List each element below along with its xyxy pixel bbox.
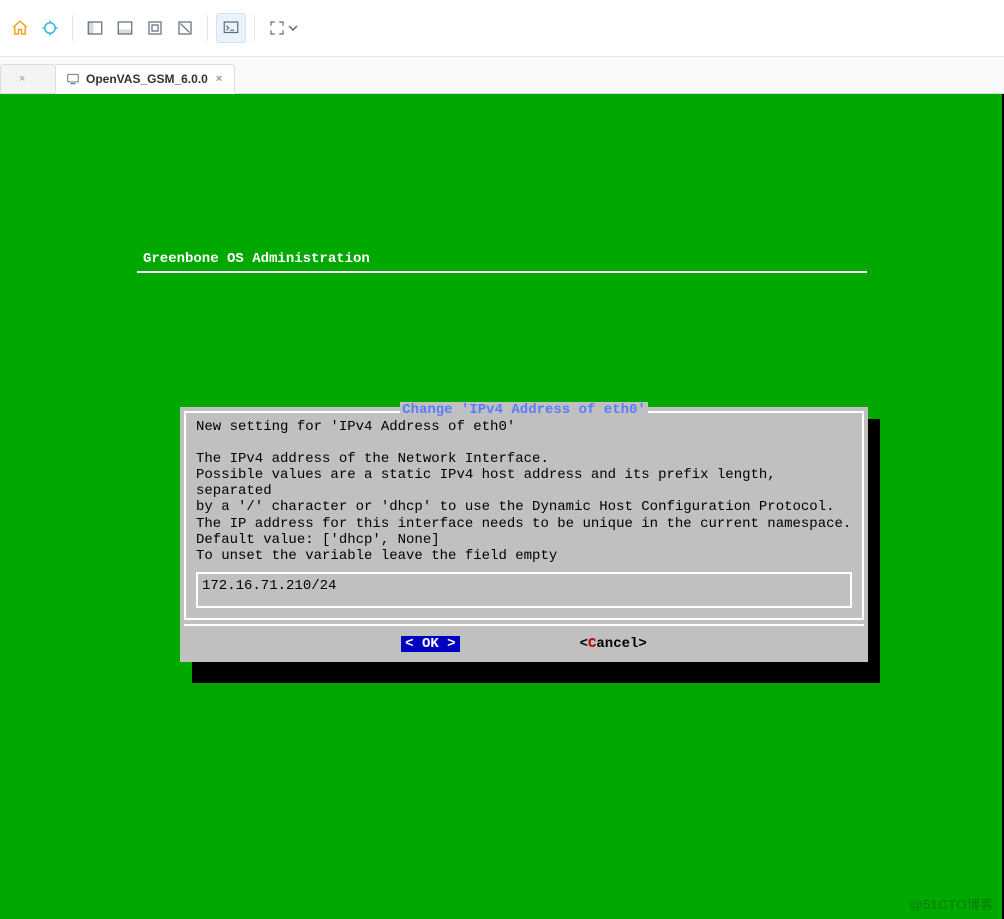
dialog-button-row: OK <Cancel>	[180, 630, 868, 662]
admin-title: Greenbone OS Administration	[137, 249, 867, 269]
fit-screen-icon[interactable]	[141, 14, 169, 42]
tab-strip: × OpenVAS_GSM_6.0.0 ×	[0, 57, 1004, 94]
tab-blank[interactable]: ×	[0, 64, 56, 93]
cancel-rest: ancel	[596, 636, 638, 652]
dialog-caption: Change 'IPv4 Address of eth0'	[186, 402, 862, 418]
console-icon[interactable]	[216, 13, 246, 43]
tab-openvas-label: OpenVAS_GSM_6.0.0	[86, 72, 208, 86]
console-background: Greenbone OS Administration Change 'IPv4…	[0, 94, 1004, 919]
ok-button[interactable]: OK	[401, 636, 459, 652]
app-toolbar	[0, 0, 1004, 57]
tab-openvas[interactable]: OpenVAS_GSM_6.0.0 ×	[55, 64, 235, 93]
ipv4-dialog: Change 'IPv4 Address of eth0' New settin…	[180, 407, 868, 662]
ipv4-input[interactable]: 172.16.71.210/24	[196, 572, 852, 608]
vm-console-area: Greenbone OS Administration Change 'IPv4…	[0, 94, 1004, 919]
dialog-body: New setting for 'IPv4 Address of eth0' T…	[196, 419, 852, 564]
fullscreen-icon[interactable]	[263, 14, 303, 42]
pane-bottom-icon[interactable]	[111, 14, 139, 42]
close-icon[interactable]: ×	[17, 73, 27, 85]
pane-left-icon[interactable]	[81, 14, 109, 42]
cancel-button[interactable]: <Cancel>	[580, 636, 647, 652]
pin-icon[interactable]	[36, 14, 64, 42]
home-icon[interactable]	[6, 14, 34, 42]
admin-header: Greenbone OS Administration	[137, 249, 867, 273]
vm-icon	[66, 72, 80, 86]
close-icon[interactable]: ×	[214, 73, 224, 85]
disconnect-icon[interactable]	[171, 14, 199, 42]
